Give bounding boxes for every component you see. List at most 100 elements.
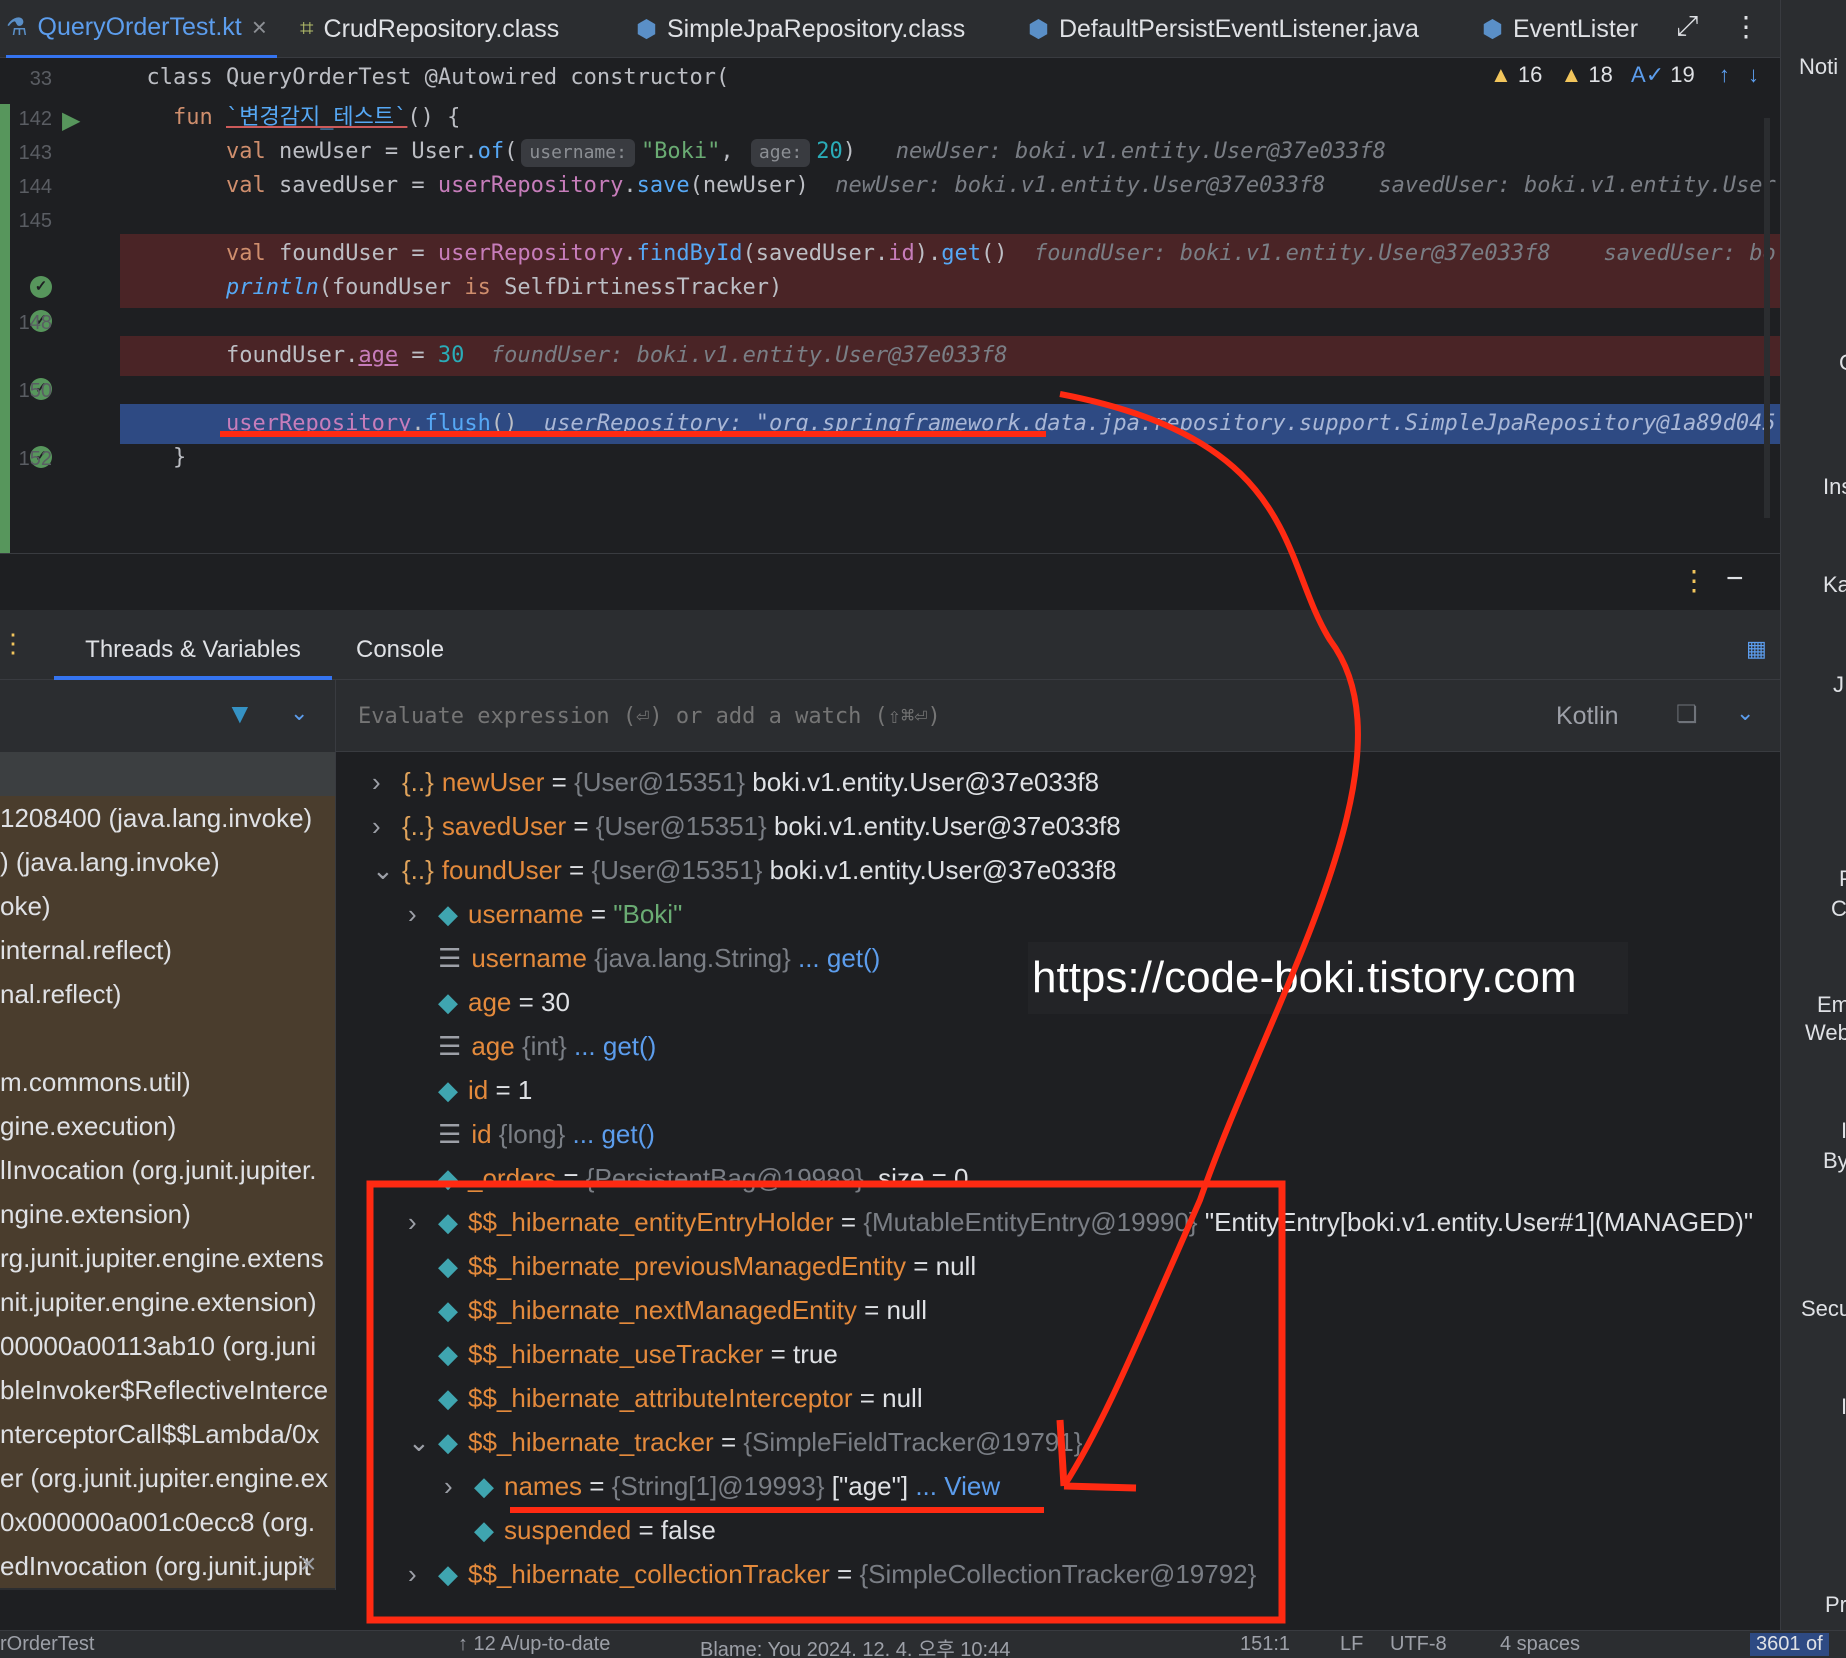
rail-item[interactable]: By: [1823, 1148, 1846, 1174]
tab-simple-jpa-repository[interactable]: ⬢ SimpleJpaRepository.class: [636, 0, 965, 58]
stack-frame[interactable]: [0, 1016, 335, 1060]
rail-item[interactable]: Secu: [1801, 1296, 1846, 1322]
variable-row[interactable]: ◆ _orders = {PersistentBag@19989} size = …: [408, 1156, 969, 1200]
rail-item[interactable]: C: [1831, 896, 1846, 922]
rail-item[interactable]: C: [1839, 350, 1846, 376]
tab-crud-repository[interactable]: ⌗ CrudRepository.class: [300, 0, 559, 58]
tab-default-persist-event-listener[interactable]: ⬢ DefaultPersistEventListener.java: [1028, 0, 1419, 58]
variable-row[interactable]: ◆ $$_hibernate_attributeInterceptor = nul…: [408, 1376, 923, 1420]
variable-row[interactable]: › ◆ $$_hibernate_collectionTracker = {Simp…: [408, 1552, 1256, 1590]
tab-threads-variables[interactable]: Threads & Variables: [54, 610, 332, 680]
variable-row[interactable]: › ◆ names = {String[1]@19993} ["age"] ... …: [444, 1464, 1000, 1508]
status-file[interactable]: rOrderTest: [0, 1633, 94, 1656]
stack-frame[interactable]: bleInvoker$ReflectiveInterce: [0, 1368, 335, 1412]
stack-frame[interactable]: nal.reflect): [0, 972, 335, 1016]
layout-icon[interactable]: ▦: [1746, 636, 1767, 662]
rail-item[interactable]: Em: [1817, 992, 1846, 1018]
variable-row[interactable]: ◆ id = 1: [408, 1068, 532, 1112]
variable-row[interactable]: ⌄ {..} foundUser = {User@15351} boki.v1.en…: [372, 848, 1116, 892]
frame-row-selected[interactable]: [0, 752, 335, 796]
chevron-right-icon[interactable]: ›: [372, 804, 402, 848]
variable-action-link[interactable]: ... View: [908, 1471, 1000, 1501]
more-options-icon[interactable]: ⋮: [1732, 10, 1760, 43]
close-icon[interactable]: ×: [252, 12, 267, 43]
variable-action-link[interactable]: ... get(): [565, 1119, 655, 1149]
variable-row[interactable]: › ◆ $$_hibernate_entityEntryHolder = {Muta…: [408, 1200, 1753, 1244]
status-caret-position[interactable]: 151:1: [1240, 1633, 1290, 1656]
stack-frame[interactable]: lInvocation (org.junit.jupiter.: [0, 1148, 335, 1192]
tab-query-order-test[interactable]: ⚗ QueryOrderTest.kt ×: [6, 0, 277, 58]
rail-item[interactable]: P: [1839, 866, 1846, 892]
variable-row[interactable]: ☰ id {long} ... get(): [408, 1112, 655, 1156]
variable-row[interactable]: ☰ username {java.lang.String} ... get(): [408, 936, 880, 980]
status-encoding[interactable]: UTF-8: [1390, 1633, 1447, 1656]
status-memory[interactable]: 3601 of: [1750, 1633, 1829, 1656]
stack-frame[interactable]: rg.junit.jupiter.engine.extens: [0, 1236, 335, 1280]
stack-frame[interactable]: er (org.junit.jupiter.engine.ex: [0, 1456, 335, 1500]
stack-frame[interactable]: edInvocation (org.junit.jupit: [0, 1544, 335, 1588]
chevron-down-icon[interactable]: ⌄: [1736, 700, 1754, 726]
maximize-icon[interactable]: ⤢: [1676, 10, 1698, 43]
next-highlight-icon[interactable]: ↓: [1748, 62, 1759, 87]
filter-icon[interactable]: ▼: [226, 698, 254, 730]
variable-row[interactable]: › {..} newUser = {User@15351} boki.v1.enti…: [372, 760, 1099, 804]
stack-frame[interactable]: nterceptorCall$$Lambda/0x: [0, 1412, 335, 1456]
variable-row[interactable]: › ◆ username = "Boki": [408, 892, 682, 936]
language-selector[interactable]: Kotlin: [1556, 702, 1619, 731]
status-line-separator[interactable]: LF: [1340, 1633, 1363, 1656]
stack-frame[interactable]: 1208400 (java.lang.invoke): [0, 796, 335, 840]
stack-frame[interactable]: 00000a00113ab10 (org.juni: [0, 1324, 335, 1368]
code-line-152[interactable]: }: [120, 438, 1780, 478]
rail-item[interactable]: J: [1833, 672, 1844, 698]
chevron-down-icon[interactable]: ⌄: [372, 848, 402, 892]
variable-row[interactable]: ◆ $$_hibernate_previousManagedEntity = nu…: [408, 1244, 976, 1288]
run-test-icon[interactable]: ▶: [62, 106, 80, 135]
rail-item[interactable]: I: [1841, 1394, 1846, 1420]
variable-row[interactable]: ◆ $$_hibernate_nextManagedEntity = null: [408, 1288, 927, 1332]
rail-item[interactable]: Ins: [1823, 474, 1846, 500]
code-editor[interactable]: 33 142 ▶ 143 144 145 ✓ ✓ 148 ✓ 150 ✓ 152…: [0, 58, 1780, 553]
status-vcs[interactable]: ↑ 12 A/up-to-date: [458, 1633, 610, 1656]
breakpoint-check-icon[interactable]: ✓: [30, 276, 52, 298]
chevron-right-icon[interactable]: ›: [408, 892, 438, 936]
stack-frame[interactable]: m.commons.util): [0, 1060, 335, 1104]
hide-panel-icon[interactable]: −: [1726, 562, 1744, 596]
stack-frame[interactable]: internal.reflect): [0, 928, 335, 972]
code-line-144[interactable]: val savedUser = userRepository.save(newU…: [120, 166, 1780, 206]
drag-handle-icon[interactable]: ⋮: [0, 628, 26, 659]
chevron-right-icon[interactable]: ›: [408, 1552, 438, 1590]
variable-row[interactable]: ◆ $$_hibernate_useTracker = true: [408, 1332, 838, 1376]
inspection-widget[interactable]: ▲ 16 ▲ 18 A✓ 19 ↑ ↓: [1490, 62, 1759, 88]
rail-item[interactable]: Pr: [1825, 1592, 1846, 1618]
rail-item-notifications[interactable]: Noti: [1799, 54, 1838, 80]
stack-frame[interactable]: 0x000000a001c0ecc8 (org.: [0, 1500, 335, 1544]
stack-frame[interactable]: ngine.extension): [0, 1192, 335, 1236]
chevron-right-icon[interactable]: ›: [444, 1464, 474, 1508]
tab-console[interactable]: Console: [356, 610, 444, 680]
stack-frame[interactable]: oke): [0, 884, 335, 928]
tab-event-listener[interactable]: ⬢ EventLister: [1482, 0, 1638, 58]
variable-action-link[interactable]: ... get(): [791, 943, 880, 973]
panel-options-icon[interactable]: ⋮: [1680, 564, 1708, 597]
variable-row[interactable]: › {..} savedUser = {User@15351} boki.v1.en…: [372, 804, 1121, 848]
rail-item[interactable]: I: [1841, 1118, 1846, 1144]
status-blame[interactable]: Blame: You 2024. 12. 4. 오후 10:44: [700, 1633, 1010, 1658]
variable-row[interactable]: ⌄ ◆ $$_hibernate_tracker = {SimpleFieldTra…: [408, 1420, 1082, 1464]
evaluate-expression-input[interactable]: [358, 694, 1358, 738]
chevron-down-icon[interactable]: ⌄: [408, 1420, 438, 1464]
status-indent[interactable]: 4 spaces: [1500, 1633, 1580, 1656]
stack-frame[interactable]: ) (java.lang.invoke): [0, 840, 335, 884]
variable-row[interactable]: ◆ age = 30: [408, 980, 570, 1024]
code-line-147[interactable]: println(foundUser is SelfDirtinessTracke…: [120, 268, 1780, 308]
variable-row[interactable]: ◆ suspended = false: [444, 1508, 716, 1552]
stack-frame[interactable]: gine.execution): [0, 1104, 335, 1148]
rail-item[interactable]: Web: [1805, 1020, 1846, 1046]
chevron-down-icon[interactable]: ⌄: [290, 700, 308, 726]
bookmark-icon[interactable]: ❏: [1676, 700, 1698, 729]
stack-frame[interactable]: nit.jupiter.engine.extension): [0, 1280, 335, 1324]
close-icon[interactable]: ×: [300, 1548, 316, 1580]
chevron-right-icon[interactable]: ›: [372, 760, 402, 804]
variable-row[interactable]: ☰ age {int} ... get(): [408, 1024, 656, 1068]
editor-scrollbar[interactable]: [1764, 118, 1770, 518]
prev-highlight-icon[interactable]: ↑: [1719, 62, 1730, 87]
